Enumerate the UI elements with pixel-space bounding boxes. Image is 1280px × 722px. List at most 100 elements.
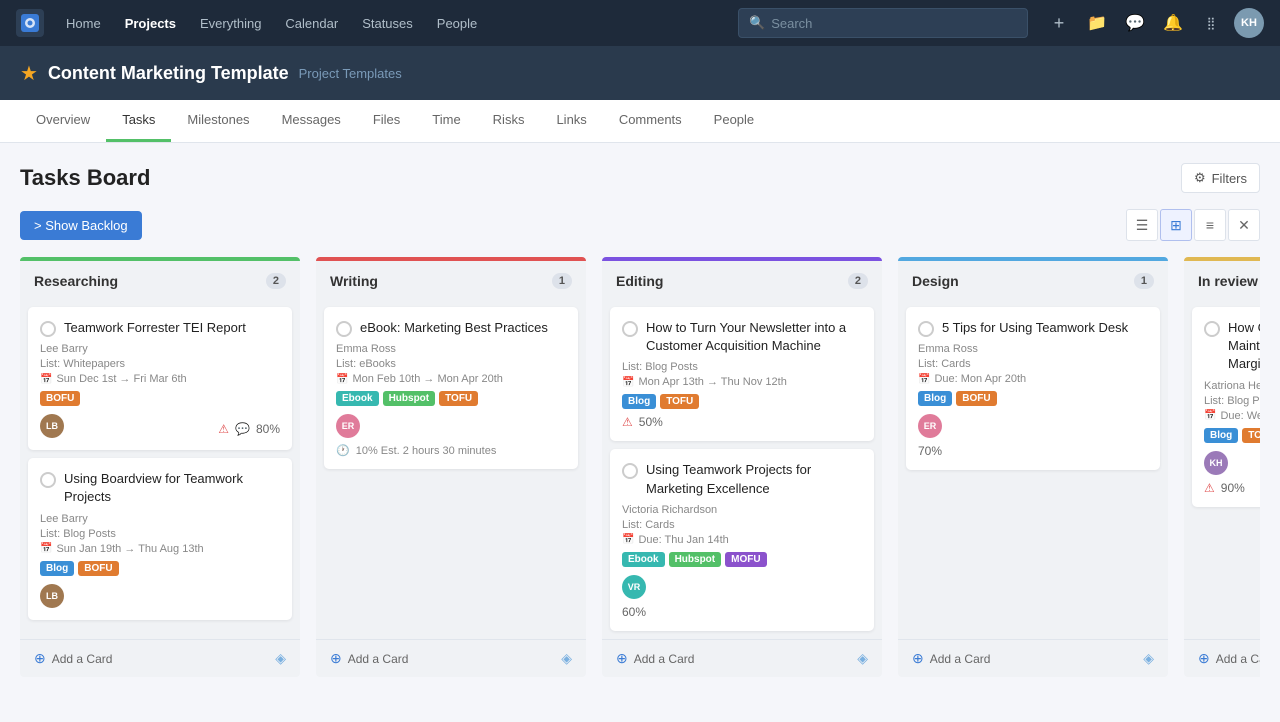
card-newsletter[interactable]: How to Turn Your Newsletter into a Custo… — [610, 307, 874, 441]
calendar-icon: 📅 — [40, 374, 52, 385]
column-header-design: Design 1 — [898, 257, 1168, 299]
settings-icon[interactable]: ◈ — [561, 650, 572, 667]
progress-value: 80% — [256, 422, 280, 436]
nav-home[interactable]: Home — [56, 0, 111, 46]
tab-time[interactable]: Time — [416, 100, 476, 142]
list-view-button[interactable]: ☰ — [1126, 209, 1158, 241]
tag-tofu: TOFU — [1242, 428, 1260, 443]
progress-value: 50% — [639, 415, 663, 429]
column-count: 1 — [1134, 273, 1154, 289]
card-avatar: LB — [40, 584, 64, 608]
show-backlog-button[interactable]: > Show Backlog — [20, 211, 142, 240]
tag-blog: Blog — [40, 561, 74, 576]
chat-icon[interactable]: 💬 — [1120, 8, 1150, 38]
card-checkbox[interactable] — [40, 472, 56, 488]
tab-people[interactable]: People — [698, 100, 770, 142]
tab-overview[interactable]: Overview — [20, 100, 106, 142]
tag-blog: Blog — [918, 391, 952, 406]
nav-statuses[interactable]: Statuses — [352, 0, 423, 46]
card-checkbox[interactable] — [40, 321, 56, 337]
card-list: List: Blog Posts — [622, 361, 862, 373]
nav-calendar[interactable]: Calendar — [275, 0, 348, 46]
card-checkbox[interactable] — [918, 321, 934, 337]
card-ebook-marketing[interactable]: eBook: Marketing Best Practices Emma Ros… — [324, 307, 578, 469]
add-button[interactable]: + — [1044, 8, 1074, 38]
tab-files[interactable]: Files — [357, 100, 416, 142]
card-list: List: Cards — [622, 519, 862, 531]
star-icon[interactable]: ★ — [20, 61, 38, 86]
search-bar[interactable]: 🔍 — [738, 8, 1028, 38]
add-card-editing[interactable]: ⊕ Add a Card ◈ — [602, 639, 882, 677]
card-checkbox[interactable] — [336, 321, 352, 337]
settings-icon[interactable]: ◈ — [275, 650, 286, 667]
card-avatar: ER — [336, 414, 360, 438]
add-card-writing[interactable]: ⊕ Add a Card ◈ — [316, 639, 586, 677]
settings-icon[interactable]: ◈ — [857, 650, 868, 667]
tab-milestones[interactable]: Milestones — [171, 100, 265, 142]
add-card-researching[interactable]: ⊕ Add a Card ◈ — [20, 639, 300, 677]
card-date-range: Sun Jan 19th → Thu Aug 13th — [56, 543, 203, 555]
board-view-button[interactable]: ⊞ — [1160, 209, 1192, 241]
search-input[interactable] — [771, 16, 1017, 31]
card-tei-report[interactable]: Teamwork Forrester TEI Report Lee Barry … — [28, 307, 292, 450]
tab-comments[interactable]: Comments — [603, 100, 698, 142]
tag-blog: Blog — [622, 394, 656, 409]
column-header-editing: Editing 2 — [602, 257, 882, 299]
card-checkbox[interactable] — [1204, 321, 1220, 337]
tab-risks[interactable]: Risks — [477, 100, 541, 142]
card-date-range: Sun Dec 1st → Fri Mar 6th — [56, 373, 186, 385]
filters-button[interactable]: ⚙ Filters — [1181, 163, 1260, 193]
card-avatar: LB — [40, 414, 64, 438]
card-avatar: ER — [918, 414, 942, 438]
card-tags: Ebook Hubspot MOFU — [622, 552, 862, 567]
progress-row: 60% — [622, 605, 862, 619]
close-view-button[interactable]: ✕ — [1228, 209, 1260, 241]
column-researching: Researching 2 Teamwork Forrester TEI Rep… — [20, 257, 300, 677]
tag-ebook: Ebook — [336, 391, 379, 406]
card-tips-teamwork[interactable]: 5 Tips for Using Teamwork Desk Emma Ross… — [906, 307, 1160, 470]
tab-links[interactable]: Links — [540, 100, 602, 142]
add-card-design[interactable]: ⊕ Add a Card ◈ — [898, 639, 1168, 677]
folder-icon[interactable]: 📁 — [1082, 8, 1112, 38]
warning-icon: ⚠ — [622, 415, 633, 429]
add-card-label: Add a Card — [1216, 652, 1260, 666]
add-card-label: Add a Card — [634, 652, 695, 666]
nav-icon-group: + 📁 💬 🔔 ⣿ KH — [1044, 8, 1264, 38]
card-list: List: eBooks — [336, 358, 566, 370]
card-teamwork-projects[interactable]: Using Teamwork Projects for Marketing Ex… — [610, 449, 874, 630]
card-footer: ER — [336, 414, 566, 438]
tag-bofu: BOFU — [40, 391, 80, 406]
app-logo[interactable] — [16, 9, 44, 37]
plus-icon: ⊕ — [912, 650, 924, 667]
tab-tasks[interactable]: Tasks — [106, 100, 171, 142]
settings-icon[interactable]: ◈ — [1143, 650, 1154, 667]
column-header-writing: Writing 1 — [316, 257, 586, 299]
card-title: 5 Tips for Using Teamwork Desk — [942, 319, 1128, 337]
card-boardview[interactable]: Using Boardview for Teamwork Projects Le… — [28, 458, 292, 619]
apps-icon[interactable]: ⣿ — [1196, 8, 1226, 38]
notifications-icon[interactable]: 🔔 — [1158, 8, 1188, 38]
compact-view-button[interactable]: ≡ — [1194, 209, 1226, 241]
nav-projects[interactable]: Projects — [115, 0, 186, 46]
card-checkbox[interactable] — [622, 463, 638, 479]
nav-people[interactable]: People — [427, 0, 487, 46]
card-list-editing: How to Turn Your Newsletter into a Custo… — [602, 299, 882, 639]
nav-everything[interactable]: Everything — [190, 0, 271, 46]
tab-messages[interactable]: Messages — [266, 100, 357, 142]
card-checkbox[interactable] — [622, 321, 638, 337]
card-growing-agencies[interactable]: How Growing Agencies Maintain Healthy Ma… — [1192, 307, 1260, 507]
progress-row: ⚠ 90% — [1204, 481, 1260, 495]
warning-icon: ⚠ — [1204, 481, 1215, 495]
card-date-range: Due: Wed Sep 30th — [1220, 410, 1260, 422]
page-title: Tasks Board — [20, 165, 150, 191]
user-avatar[interactable]: KH — [1234, 8, 1264, 38]
plus-icon: ⊕ — [616, 650, 628, 667]
progress-value: 60% — [622, 605, 646, 619]
timer-text: 10% Est. 2 hours 30 minutes — [356, 445, 497, 457]
column-writing: Writing 1 eBook: Marketing Best Practice… — [316, 257, 586, 677]
add-card-in-review[interactable]: ⊕ Add a Card ◈ — [1184, 639, 1260, 677]
page-content: Tasks Board ⚙ Filters > Show Backlog ☰ ⊞… — [0, 143, 1280, 697]
card-list-writing: eBook: Marketing Best Practices Emma Ros… — [316, 299, 586, 639]
breadcrumb: ★ Content Marketing Template Project Tem… — [0, 46, 1280, 100]
card-list: List: Whitepapers — [40, 358, 280, 370]
